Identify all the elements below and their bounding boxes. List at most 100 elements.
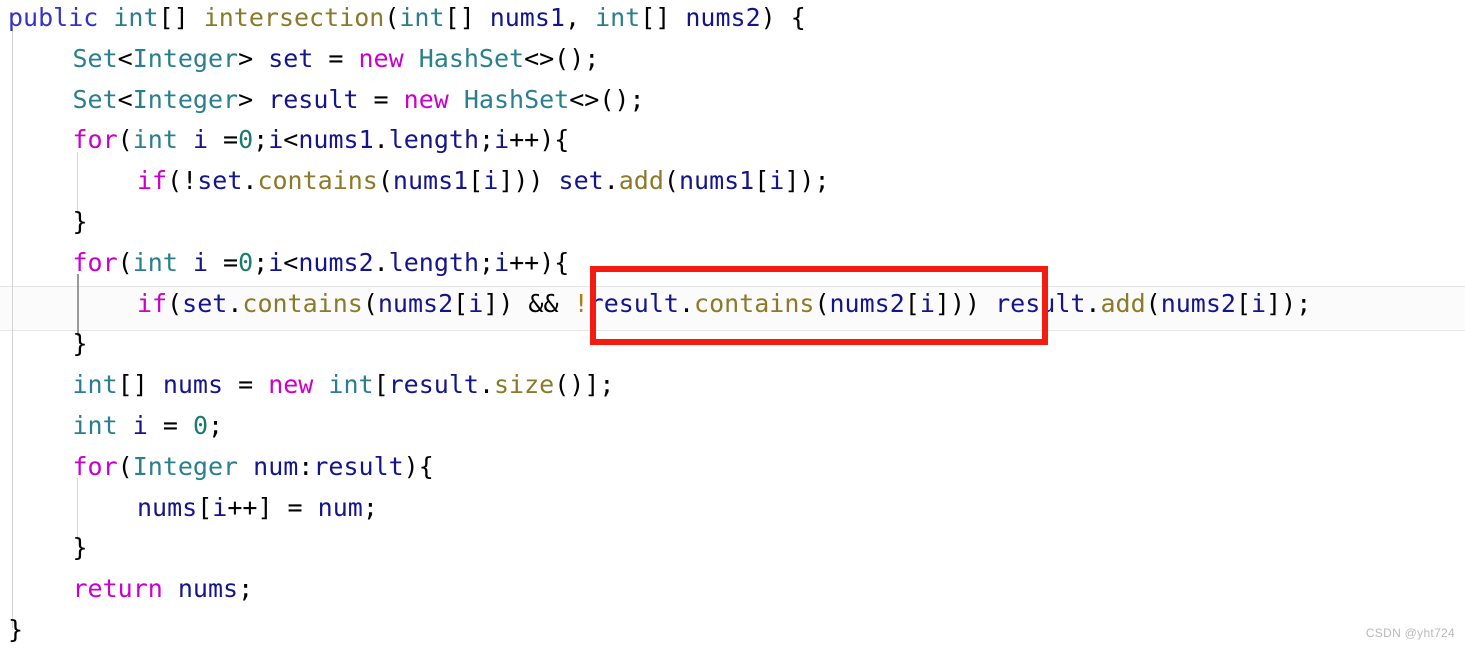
code-token: i xyxy=(132,411,148,440)
code-token: = xyxy=(358,84,404,114)
code-token: new xyxy=(358,43,404,73)
code-token: , xyxy=(564,3,596,32)
code-token: ( xyxy=(384,3,400,32)
code-token: = xyxy=(147,411,193,440)
code-token: length xyxy=(388,125,479,155)
code-token: new xyxy=(403,84,449,114)
code-token: } xyxy=(8,615,24,644)
code-token: ; xyxy=(479,247,495,277)
code-line: int[] nums = new int[result.size()]; xyxy=(0,364,615,405)
code-token: ) { xyxy=(760,3,806,32)
code-token: ; xyxy=(253,247,269,277)
code-line: } xyxy=(0,201,88,242)
code-token: . xyxy=(242,166,258,196)
code-line: nums[i++] = num; xyxy=(0,487,378,528)
code-token: Set xyxy=(72,84,118,114)
code-token: result xyxy=(588,288,679,318)
code-token: set xyxy=(268,43,314,73)
code-token: [] xyxy=(444,3,490,32)
code-token: < xyxy=(117,84,133,114)
code-token: contains xyxy=(257,166,378,196)
code-token: ( xyxy=(167,288,183,318)
code-token: add xyxy=(618,166,664,196)
code-line: for(int i =0;i<nums1.length;i++){ xyxy=(0,119,570,160)
code-token: int xyxy=(328,370,374,400)
code-token: length xyxy=(388,247,479,277)
code-token: nums2 xyxy=(377,288,454,318)
code-token: ( xyxy=(117,247,133,277)
code-token: i xyxy=(769,166,785,196)
code-token: : xyxy=(298,451,314,481)
code-token: for xyxy=(72,247,118,277)
code-token: [ xyxy=(754,166,770,196)
code-token: [] xyxy=(640,3,686,32)
code-token: ]) && xyxy=(483,288,574,318)
code-token: return xyxy=(72,574,163,604)
code-token: int xyxy=(595,3,641,32)
code-token: nums xyxy=(137,492,198,522)
code-token: [ xyxy=(197,492,213,522)
code-token: i xyxy=(268,247,284,277)
code-token: int xyxy=(132,125,178,155)
code-token: nums2 xyxy=(685,3,761,32)
code-token: i xyxy=(494,247,510,277)
code-token: ( xyxy=(362,288,378,318)
code-token: = xyxy=(208,247,239,277)
code-token: ]); xyxy=(1266,288,1312,318)
code-token: ++] = xyxy=(227,492,318,522)
code-token: < xyxy=(283,125,299,155)
code-token: 0 xyxy=(238,247,254,277)
code-token: int xyxy=(132,247,178,277)
code-token: i xyxy=(192,125,208,155)
code-token: ])) xyxy=(498,166,559,196)
code-token: . xyxy=(1085,288,1101,318)
code-token: ( xyxy=(814,288,830,318)
code-token: contains xyxy=(694,288,815,318)
code-token: ){ xyxy=(403,451,434,481)
code-token: [ xyxy=(904,288,920,318)
code-token: nums2 xyxy=(1160,288,1236,318)
code-token: set xyxy=(558,166,604,196)
code-token: nums xyxy=(162,370,224,400)
code-token: result xyxy=(313,451,404,481)
code-token: i xyxy=(268,125,284,155)
code-token: ])) xyxy=(934,288,996,318)
code-token: . xyxy=(678,288,695,318)
code-token: (! xyxy=(167,166,198,196)
code-token: intersection xyxy=(203,3,385,32)
code-token: ( xyxy=(117,125,133,155)
csdn-watermark: CSDN @yht724 xyxy=(1365,626,1455,640)
code-token: HashSet xyxy=(418,43,525,73)
code-token: i xyxy=(483,166,499,196)
code-token: . xyxy=(373,247,389,277)
code-token: for xyxy=(72,451,118,481)
code-token: ; xyxy=(362,492,378,522)
code-line: return nums; xyxy=(0,568,254,609)
code-token: <>(); xyxy=(524,43,600,73)
code-token: contains xyxy=(242,288,363,318)
code-token: new xyxy=(268,370,314,400)
code-token: if xyxy=(137,166,168,196)
code-token: i xyxy=(919,288,935,318)
code-token: ; xyxy=(479,125,495,155)
code-token: nums1 xyxy=(298,125,374,155)
code-line: Set<Integer> result = new HashSet<>(); xyxy=(0,79,645,120)
code-token: [ xyxy=(1235,288,1252,318)
code-token: 0 xyxy=(238,125,254,155)
code-token: ; xyxy=(238,574,254,604)
code-token: Integer xyxy=(132,84,239,114)
code-token: nums1 xyxy=(489,3,565,32)
code-token: nums1 xyxy=(678,166,755,196)
code-editor-screenshot: public int[] intersection(int[] nums1, i… xyxy=(0,0,1465,648)
code-token: = xyxy=(223,370,269,400)
code-token: if xyxy=(137,288,168,318)
code-line: public int[] intersection(int[] nums1, i… xyxy=(0,0,806,38)
code-token: [] xyxy=(117,370,163,400)
code-token: [ xyxy=(453,288,469,318)
code-token: nums1 xyxy=(392,166,469,196)
